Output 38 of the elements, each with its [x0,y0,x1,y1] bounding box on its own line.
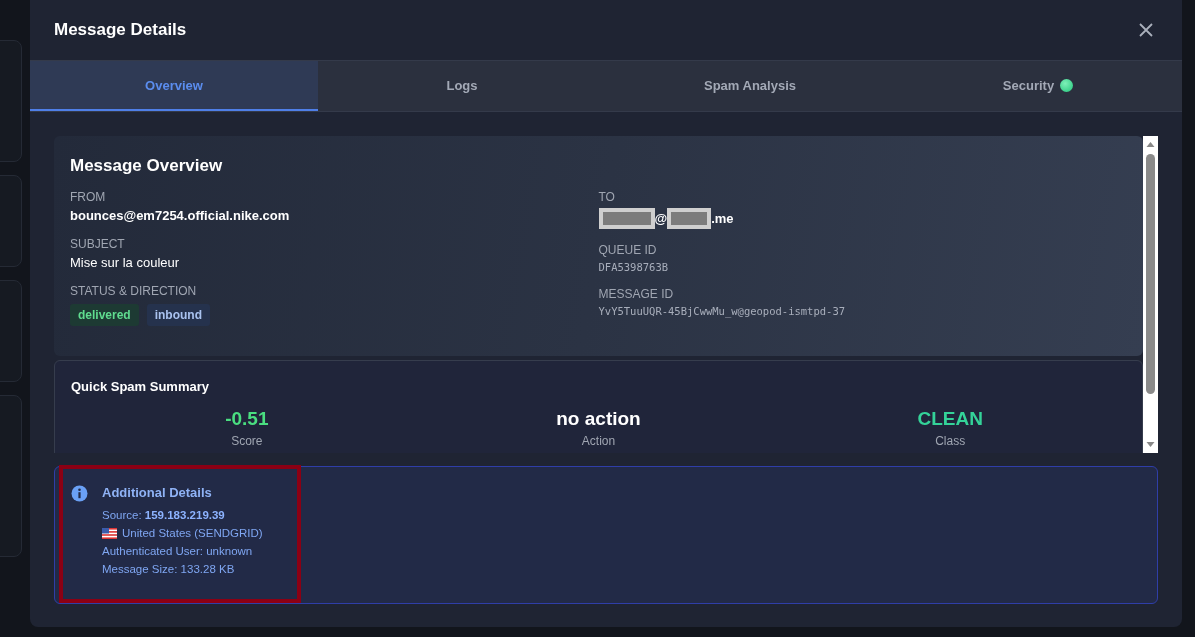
metric-value: no action [556,408,641,430]
redaction-block [598,208,655,229]
detail-text: United States (SENDGRID) [122,527,263,539]
field-value: Mise sur la couleur [70,255,181,270]
detail-text: Authenticated User: unknown [102,545,254,557]
tab[interactable]: Security [894,61,1182,111]
metric-value: -0.51 [225,408,269,430]
field-label: SUBJECT [70,237,126,251]
field-label: QUEUE ID [598,243,658,257]
dialog-title: Message Details [54,20,187,40]
field-value: bounces@em7254.official.nike.com [70,208,291,223]
redaction-block [667,208,712,229]
email-fragment: .me [711,211,734,226]
field-label: MESSAGE ID [598,287,675,301]
field-label: TO [598,190,616,204]
status-badge: delivered [70,304,139,326]
tab[interactable]: Spam Analysis [606,61,894,111]
email-fragment: @ [654,211,668,226]
section-title: Additional Details [102,485,213,500]
field-value: DFA5398763B [598,261,670,273]
info-icon [71,485,88,502]
status-dot [1060,78,1074,92]
field-value: YvY5TuuUQR-45BjCwwMu_w@geopod-ismtpd-37 [598,305,847,317]
direction-badge: inbound [146,304,211,326]
tab[interactable]: Overview [30,61,318,111]
metric-value: CLEAN [917,408,983,430]
metric-label: Class [935,434,966,448]
detail-text: Source: 159.183.219.39 [102,509,226,521]
section-title: Message Overview [70,156,224,176]
metric-label: Score [231,434,263,448]
tab[interactable]: Logs [318,61,606,111]
flag-icon [102,527,117,539]
field-label: FROM [70,190,107,204]
field-label: STATUS & DIRECTION [70,284,198,298]
metric-label: Action [581,434,616,448]
detail-text: Message Size: 133.28 KB [102,563,236,575]
section-title: Quick Spam Summary [71,379,210,394]
close-icon [1138,22,1154,38]
